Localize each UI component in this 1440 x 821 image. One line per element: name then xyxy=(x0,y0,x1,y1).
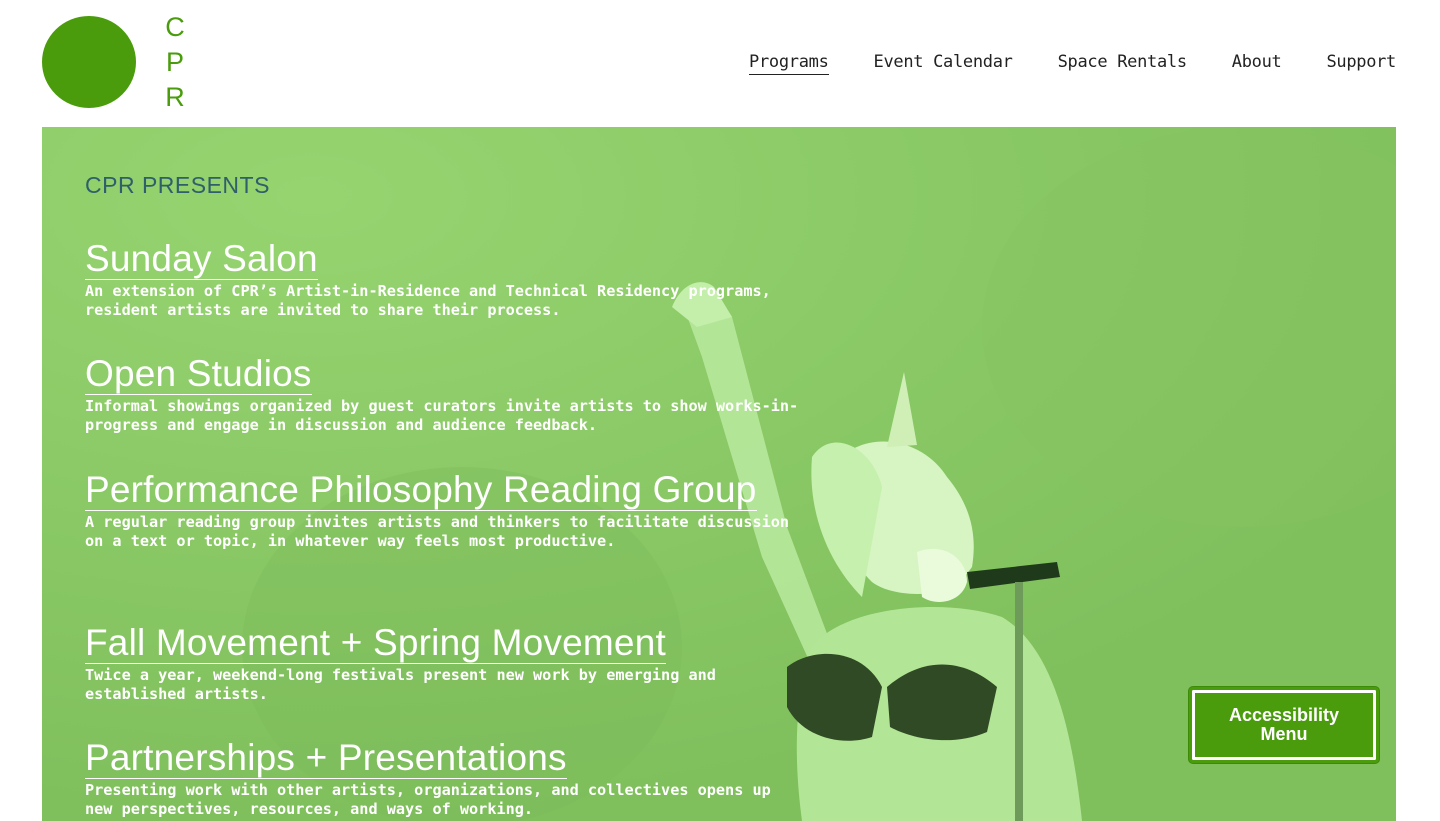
nav-item-about[interactable]: About xyxy=(1232,52,1282,75)
program-description: A regular reading group invites artists … xyxy=(85,513,790,550)
logo-circle[interactable] xyxy=(42,16,136,108)
program-title-link[interactable]: Sunday Salon xyxy=(85,238,318,280)
program-description: Informal showings organized by guest cur… xyxy=(85,397,799,434)
program-title-link[interactable]: Partnerships + Presentations xyxy=(85,737,567,779)
program-sunday-salon: Sunday Salon An extension of CPR’s Artis… xyxy=(85,238,805,320)
program-description: Twice a year, weekend-long festivals pre… xyxy=(85,666,716,703)
program-fall-spring-movement: Fall Movement + Spring Movement Twice a … xyxy=(85,622,805,704)
logo-letter-r: R xyxy=(165,82,185,112)
program-title-link[interactable]: Performance Philosophy Reading Group xyxy=(85,469,757,511)
nav-item-programs[interactable]: Programs xyxy=(749,52,829,75)
program-reading-group: Performance Philosophy Reading Group A r… xyxy=(85,469,805,551)
main-nav: Programs Event Calendar Space Rentals Ab… xyxy=(749,52,1396,75)
nav-item-space-rentals[interactable]: Space Rentals xyxy=(1058,52,1187,75)
logo-letter-p: P xyxy=(165,47,184,77)
logo-wordmark[interactable]: C P R xyxy=(161,10,189,115)
program-description: Presenting work with other artists, orga… xyxy=(85,781,771,818)
nav-item-support[interactable]: Support xyxy=(1326,52,1396,75)
program-partnerships: Partnerships + Presentations Presenting … xyxy=(85,737,805,819)
accessibility-menu-label: Accessibility Menu xyxy=(1228,705,1340,744)
program-title-link[interactable]: Fall Movement + Spring Movement xyxy=(85,622,666,664)
program-description: An extension of CPR’s Artist-in-Residenc… xyxy=(85,282,771,319)
nav-item-event-calendar[interactable]: Event Calendar xyxy=(874,52,1013,75)
accessibility-menu-button[interactable]: Accessibility Menu xyxy=(1189,687,1379,763)
logo-letter-c: C xyxy=(165,12,185,42)
program-title-link[interactable]: Open Studios xyxy=(85,353,312,395)
program-open-studios: Open Studios Informal showings organized… xyxy=(85,353,805,435)
section-eyebrow: CPR PRESENTS xyxy=(85,172,270,198)
